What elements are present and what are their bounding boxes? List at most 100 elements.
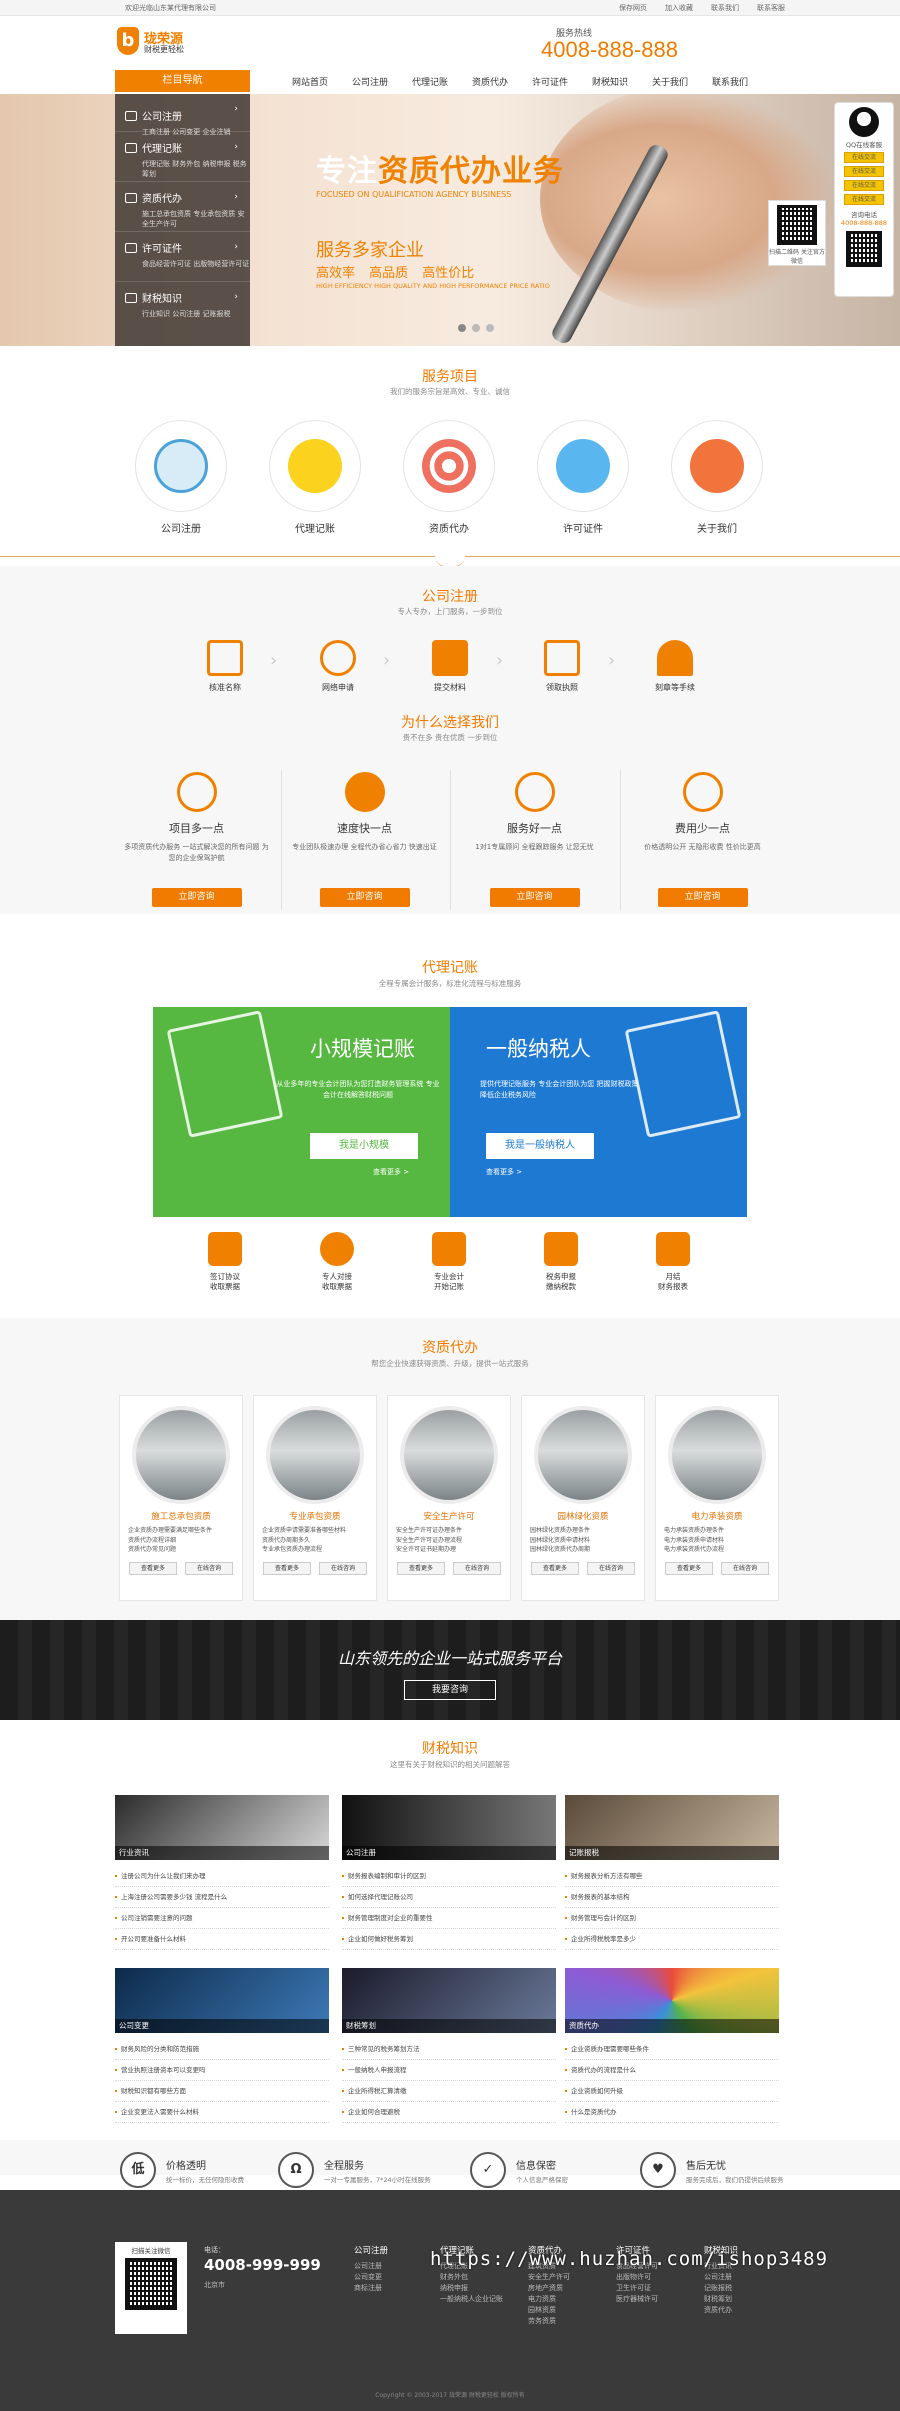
service-qualification[interactable]: 资质代办 <box>403 420 495 535</box>
consult-button[interactable]: 在线咨询 <box>721 1561 769 1575</box>
qual-card[interactable]: 电力承装资质 电力承装资质办理条件 电力承装资质申请材料 电力承装资质代办流程 查看更多… <box>655 1395 779 1601</box>
article-link[interactable]: 什么是资质代办 <box>565 2102 779 2123</box>
general-more[interactable]: 查看更多 > <box>486 1167 522 1177</box>
consult-button[interactable]: 立即咨询 <box>151 888 242 907</box>
category-nav-button[interactable]: 栏目导航 <box>115 70 250 92</box>
slider-dot[interactable] <box>458 324 466 332</box>
sidemenu-item-accounting[interactable]: 代理记账 代理记账 财务外包 纳税申报 税务筹划 › <box>115 132 250 182</box>
article-link[interactable]: 财务报表编制和审计的区别 <box>342 1866 556 1887</box>
service-about[interactable]: 关于我们 <box>671 420 763 535</box>
article-link[interactable]: 企业所得税汇算清缴 <box>342 2081 556 2102</box>
footer-link[interactable]: 安全生产许可 <box>528 2272 570 2283</box>
general-button[interactable]: 我是一般纳税人 <box>486 1133 594 1159</box>
sidemenu-item-knowledge[interactable]: 财税知识 行业知识 公司注册 记账报税 › <box>115 282 250 332</box>
nav-accounting[interactable]: 代理记账 <box>400 75 460 88</box>
consult-button[interactable]: 在线咨询 <box>453 1561 501 1575</box>
footer-link[interactable]: 记账报税 <box>704 2283 738 2294</box>
consult-button[interactable]: 立即咨询 <box>319 888 410 907</box>
qq-chat-button[interactable]: 在线交流 <box>844 152 884 163</box>
qual-card[interactable]: 施工总承包资质 企业资质办理需要满足哪些条件 资质代办流程详细 资质代办常见问题 查看更… <box>119 1395 243 1601</box>
article-link[interactable]: 开公司要准备什么材料 <box>115 1929 329 1950</box>
footer-link[interactable]: 公司变更 <box>354 2272 388 2283</box>
small-scale-button[interactable]: 我是小规模 <box>310 1133 418 1159</box>
footer-link[interactable]: 纳税申报 <box>440 2283 503 2294</box>
favorite-link[interactable]: 加入收藏 <box>665 3 693 13</box>
qual-card[interactable]: 专业承包资质 企业资质申请需要准备哪些材料 资质代办周期多久 专业承包资质办理流程 查看… <box>253 1395 377 1601</box>
nav-license[interactable]: 许可证件 <box>520 75 580 88</box>
footer-link[interactable]: 出版物许可 <box>616 2272 658 2283</box>
more-button[interactable]: 查看更多 <box>665 1561 713 1575</box>
article-link[interactable]: 如何选择代理记账公司 <box>342 1887 556 1908</box>
article-link[interactable]: 企业变更法人需要什么材料 <box>115 2102 329 2123</box>
footer-link[interactable]: 商标注册 <box>354 2283 388 2294</box>
footer-link[interactable]: 一般纳税人企业记账 <box>440 2294 503 2305</box>
footer-link[interactable]: 电力资质 <box>528 2294 570 2305</box>
slider-dot[interactable] <box>486 324 494 332</box>
qq-chat-button[interactable]: 在线交流 <box>844 194 884 205</box>
consult-button[interactable]: 立即咨询 <box>489 888 580 907</box>
footer-link[interactable]: 公司注册 <box>354 2261 388 2272</box>
consult-button[interactable]: 在线咨询 <box>185 1561 233 1575</box>
small-scale-more[interactable]: 查看更多 > <box>373 1167 409 1177</box>
article-link[interactable]: 企业资质如何升级 <box>565 2081 779 2102</box>
news-image[interactable]: 行业资讯 <box>115 1795 329 1860</box>
article-link[interactable]: 企业所得税税率是多少 <box>565 1929 779 1950</box>
sidemenu-item-qualification[interactable]: 资质代办 施工总承包资质 专业承包资质 安全生产许可 › <box>115 182 250 232</box>
more-button[interactable]: 查看更多 <box>129 1561 177 1575</box>
nav-home[interactable]: 网站首页 <box>280 75 340 88</box>
article-link[interactable]: 企业资质办理需要哪些条件 <box>565 2039 779 2060</box>
footer-link[interactable]: 卫生许可证 <box>616 2283 658 2294</box>
service-register[interactable]: 公司注册 <box>135 420 227 535</box>
consult-button[interactable]: 在线咨询 <box>587 1561 635 1575</box>
footer-link[interactable]: 财税筹划 <box>704 2294 738 2305</box>
qual-card[interactable]: 园林绿化资质 园林绿化资质办理条件 园林绿化资质申请材料 园林绿化资质代办周期 查看更多… <box>521 1395 645 1601</box>
footer-link[interactable]: 医疗器械许可 <box>616 2294 658 2305</box>
news-image[interactable]: 记账报税 <box>565 1795 779 1860</box>
article-link[interactable]: 财务报表的基本结构 <box>565 1887 779 1908</box>
qq-chat-button[interactable]: 在线交流 <box>844 180 884 191</box>
nav-register[interactable]: 公司注册 <box>340 75 400 88</box>
article-link[interactable]: 三种常见的税务筹划方法 <box>342 2039 556 2060</box>
article-link[interactable]: 财务报表分析方法有哪些 <box>565 1866 779 1887</box>
nav-qualification[interactable]: 资质代办 <box>460 75 520 88</box>
news-image[interactable]: 公司变更 <box>115 1968 329 2033</box>
nav-about[interactable]: 关于我们 <box>640 75 700 88</box>
service-link[interactable]: 联系客服 <box>757 3 785 13</box>
news-image[interactable]: 公司注册 <box>342 1795 556 1860</box>
article-link[interactable]: 企业如何做好税务筹划 <box>342 1929 556 1950</box>
article-link[interactable]: 财务管理与会计的区别 <box>565 1908 779 1929</box>
qq-chat-button[interactable]: 在线交流 <box>844 166 884 177</box>
more-button[interactable]: 查看更多 <box>397 1561 445 1575</box>
article-link[interactable]: 上海注册公司需要多少钱 流程是什么 <box>115 1887 329 1908</box>
article-link[interactable]: 资质代办的流程是什么 <box>565 2060 779 2081</box>
article-link[interactable]: 财税知识都有哪些方面 <box>115 2081 329 2102</box>
footer-link[interactable]: 园林资质 <box>528 2305 570 2316</box>
footer-link[interactable]: 劳务资质 <box>528 2316 570 2327</box>
article-link[interactable]: 财务管理制度对企业的重要性 <box>342 1908 556 1929</box>
article-link[interactable]: 注册公司为什么让我们来办理 <box>115 1866 329 1887</box>
logo-icon[interactable]: b <box>117 27 139 55</box>
footer-link[interactable]: 资质代办 <box>704 2305 738 2316</box>
more-button[interactable]: 查看更多 <box>263 1561 311 1575</box>
article-link[interactable]: 一般纳税人申报流程 <box>342 2060 556 2081</box>
sidemenu-item-register[interactable]: 公司注册 工商注册 公司变更 企业注销 › <box>115 94 250 136</box>
service-license[interactable]: 许可证件 <box>537 420 629 535</box>
consult-button[interactable]: 立即咨询 <box>657 888 748 907</box>
news-image[interactable]: 资质代办 <box>565 1968 779 2033</box>
save-page-link[interactable]: 保存网页 <box>619 3 647 13</box>
service-accounting[interactable]: 代理记账 <box>269 420 361 535</box>
sidemenu-item-license[interactable]: 许可证件 食品经营许可证 出版物经营许可证 › <box>115 232 250 282</box>
article-link[interactable]: 企业如何合理避税 <box>342 2102 556 2123</box>
footer-link[interactable]: 财务外包 <box>440 2272 503 2283</box>
footer-link[interactable]: 公司注册 <box>704 2272 738 2283</box>
nav-knowledge[interactable]: 财税知识 <box>580 75 640 88</box>
slider-dot[interactable] <box>472 324 480 332</box>
band-consult-button[interactable]: 我要咨询 <box>404 1680 496 1700</box>
article-link[interactable]: 营业执照注册资本可以变更吗 <box>115 2060 329 2081</box>
more-button[interactable]: 查看更多 <box>531 1561 579 1575</box>
contact-link[interactable]: 联系我们 <box>711 3 739 13</box>
nav-contact[interactable]: 联系我们 <box>700 75 760 88</box>
qual-card[interactable]: 安全生产许可 安全生产许可证办理条件 安全生产许可证办理流程 安全许可证书延期办理 查看… <box>387 1395 511 1601</box>
news-image[interactable]: 财税筹划 <box>342 1968 556 2033</box>
consult-button[interactable]: 在线咨询 <box>319 1561 367 1575</box>
